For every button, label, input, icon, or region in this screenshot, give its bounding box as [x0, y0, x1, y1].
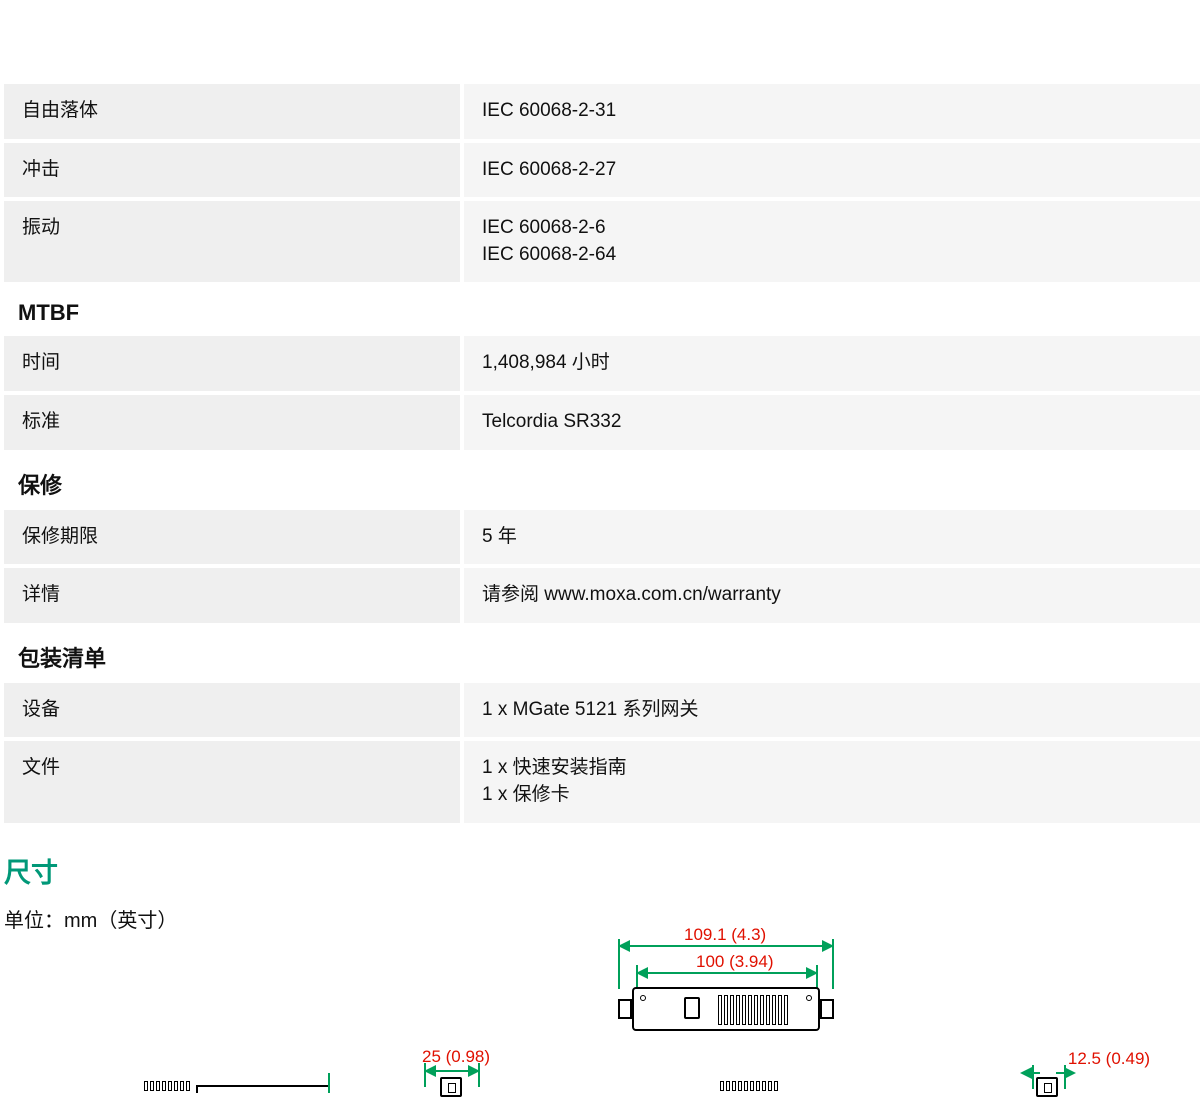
- dim-label-right-small: 12.5 (0.49): [1066, 1049, 1152, 1069]
- spec-value: IEC 60068-2-6 IEC 60068-2-64: [464, 201, 1200, 282]
- spec-value: 5 年: [464, 510, 1200, 565]
- spec-value: IEC 60068-2-27: [464, 143, 1200, 198]
- spec-label: 自由落体: [4, 84, 460, 139]
- connector-icon: [440, 1077, 462, 1097]
- dim-line: [1056, 1072, 1064, 1074]
- spec-label: 时间: [4, 336, 460, 391]
- dim-tick: [1064, 1065, 1066, 1089]
- spec-label: 文件: [4, 741, 460, 822]
- device-ear: [618, 999, 632, 1019]
- dim-line: [436, 1070, 468, 1072]
- dim-label-outer: 109.1 (4.3): [684, 925, 764, 945]
- connector-icon: [144, 1081, 190, 1091]
- dimensions-diagram: 109.1 (4.3) 100 (3.94) 25 (0.98): [4, 925, 1200, 1095]
- sd-slot-icon: [684, 997, 700, 1019]
- spec-value: 1 x MGate 5121 系列网关: [464, 683, 1200, 738]
- dim-line: [648, 972, 806, 974]
- table-row: 冲击 IEC 60068-2-27: [4, 143, 1200, 198]
- dim-tick: [328, 1073, 330, 1093]
- device-outline-partial: [196, 1085, 330, 1093]
- table-row: 详情 请参阅 www.moxa.com.cn/warranty: [4, 568, 1200, 623]
- dim-line: [630, 945, 822, 947]
- dim-tick: [424, 1063, 426, 1087]
- dim-tick: [636, 965, 638, 989]
- spec-label: 保修期限: [4, 510, 460, 565]
- dim-tick: [478, 1063, 480, 1087]
- spec-label: 详情: [4, 568, 460, 623]
- table-row: 保修期限 5 年: [4, 510, 1200, 565]
- connector-icon: [1036, 1077, 1058, 1097]
- table-row: 时间 1,408,984 小时: [4, 336, 1200, 391]
- spec-label: 冲击: [4, 143, 460, 198]
- dimensions-heading: 尺寸: [4, 851, 1196, 890]
- section-mtbf: MTBF: [4, 286, 1200, 336]
- dim-tick: [816, 965, 818, 989]
- spec-table: 自由落体 IEC 60068-2-31 冲击 IEC 60068-2-27 振动…: [4, 84, 1200, 823]
- table-row: 文件 1 x 快速安装指南 1 x 保修卡: [4, 741, 1200, 822]
- section-package: 包装清单: [4, 627, 1200, 683]
- dim-label-inner: 100 (3.94): [696, 952, 770, 972]
- spec-value: 1,408,984 小时: [464, 336, 1200, 391]
- spec-label: 振动: [4, 201, 460, 282]
- spec-label: 设备: [4, 683, 460, 738]
- dim-tick: [618, 939, 620, 989]
- spec-value: 请参阅 www.moxa.com.cn/warranty: [464, 568, 1200, 623]
- device-ear: [820, 999, 834, 1019]
- dim-tick: [832, 939, 834, 989]
- vent-icon: [718, 995, 788, 1025]
- table-row: 设备 1 x MGate 5121 系列网关: [4, 683, 1200, 738]
- section-warranty: 保修: [4, 454, 1200, 510]
- table-row: 自由落体 IEC 60068-2-31: [4, 84, 1200, 139]
- table-row: 振动 IEC 60068-2-6 IEC 60068-2-64: [4, 201, 1200, 282]
- connector-icon: [720, 1081, 778, 1091]
- spec-value: Telcordia SR332: [464, 395, 1200, 450]
- dim-tick: [1032, 1065, 1034, 1089]
- table-row: 标准 Telcordia SR332: [4, 395, 1200, 450]
- spec-value: 1 x 快速安装指南 1 x 保修卡: [464, 741, 1200, 822]
- spec-label: 标准: [4, 395, 460, 450]
- device-top-view: [632, 987, 820, 1031]
- spec-value: IEC 60068-2-31: [464, 84, 1200, 139]
- arrow-head-icon: [1020, 1067, 1032, 1079]
